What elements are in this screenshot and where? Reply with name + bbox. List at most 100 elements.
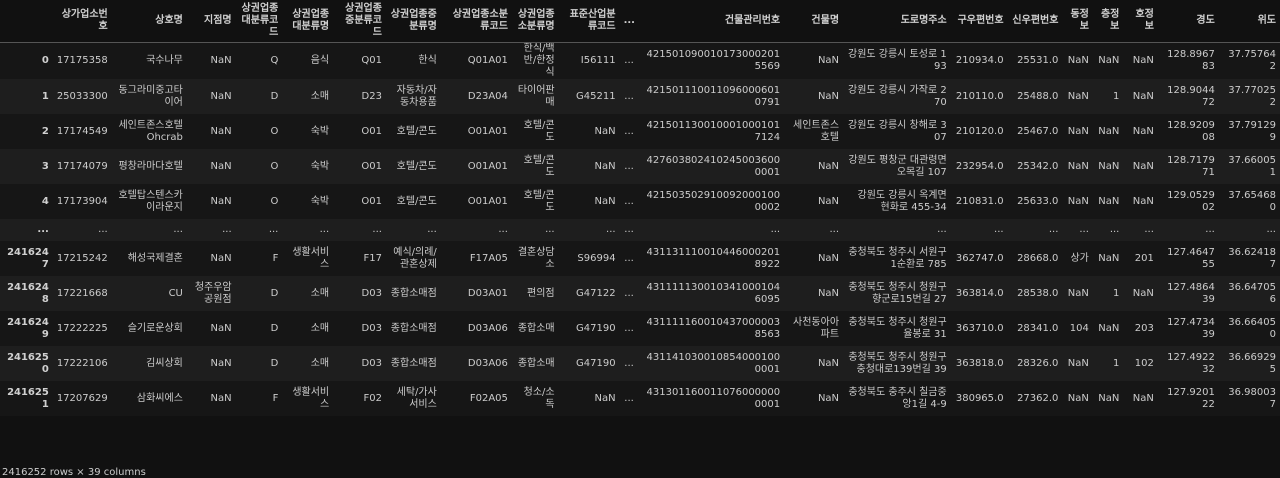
table-cell: 호텔/콘도	[523, 189, 555, 213]
dataframe-output: 상가업소번호 상호명 지점명 상권업종대분류코드 상권업종대분류명 상권업종중분류코드 상권…	[0, 0, 1280, 478]
row-index: 2	[41, 125, 49, 137]
table-cell: D23	[361, 90, 382, 102]
table-cell: 소매	[310, 322, 330, 334]
table-cell: 자동차/자동차용품	[396, 84, 437, 108]
table-cell: NaN	[817, 252, 840, 264]
table-cell: NaN	[817, 357, 840, 369]
column-header: 건물명	[784, 0, 844, 43]
table-cell: 1	[1112, 90, 1120, 102]
table-cell: 17175358	[56, 55, 108, 66]
table-cell: NaN	[210, 90, 232, 102]
row-index: 2416248	[7, 281, 49, 305]
column-header: 구우편번호	[950, 0, 1008, 43]
table-cell: O01	[361, 125, 382, 137]
table-cell: 호텔/콘도	[396, 160, 437, 172]
table-cell: ...	[427, 224, 437, 235]
row-index: 4	[41, 195, 49, 207]
table-cell: 4311111300103410001046095	[646, 281, 781, 305]
table-cell: NaN	[1132, 55, 1154, 66]
table-cell: 예식/의례/관혼상제	[393, 246, 437, 270]
column-header: 도로명주소	[843, 0, 951, 43]
table-cell: 28326.0	[1017, 357, 1059, 369]
table-cell: ...	[545, 224, 555, 235]
column-header: 지점명	[186, 0, 236, 43]
table-cell: 청주우암공원점	[194, 281, 232, 305]
table-cell: 사천동아아파트	[793, 316, 840, 340]
table-cell: NaN	[1098, 322, 1120, 334]
table-cell: ...	[770, 224, 781, 235]
table-cell: NaN	[1132, 160, 1154, 172]
table-cell: NaN	[1098, 55, 1120, 66]
table-cell: 충청북도 청주시 청원구 충청대로139번길 39	[848, 351, 947, 375]
table-cell: 36.980037	[1228, 386, 1276, 410]
table-cell: 36.624187	[1228, 246, 1276, 270]
table-cell: NaN	[1067, 160, 1089, 172]
table-cell: 127.920122	[1167, 386, 1215, 410]
row-index: 3	[41, 160, 49, 172]
table-cell: 37.791299	[1228, 119, 1276, 143]
table-header: 상가업소번호 상호명 지점명 상권업종대분류코드 상권업종대분류명 상권업종중분류코드 상권…	[0, 0, 1280, 43]
table-cell: 4215011300100010001017124	[646, 119, 781, 143]
table-cell: 127.464755	[1167, 246, 1215, 270]
row-index: 2416249	[7, 316, 49, 340]
table-cell: 28668.0	[1017, 252, 1059, 264]
table-cell: 36.647056	[1228, 281, 1276, 305]
table-cell: ...	[498, 224, 508, 235]
table-cell: 210831.0	[955, 195, 1004, 207]
table-cell: S96994	[577, 252, 616, 264]
table-cell: 37.654680	[1228, 189, 1276, 213]
table-cell: 세탁/가사서비스	[396, 386, 437, 410]
column-header: 위도	[1218, 0, 1280, 43]
table-cell: 4215010900101730002015569	[646, 49, 781, 72]
table-cell: 김씨상회	[146, 357, 183, 369]
table-cell: 17222225	[56, 322, 108, 334]
table-cell: O01A01	[467, 125, 508, 137]
table-cell: NaN	[594, 195, 616, 207]
table-cell: 강원도 강릉시 토성로 193	[848, 49, 947, 72]
table-cell: 25531.0	[1017, 55, 1059, 66]
table-cell: 4313011600110760000000001	[646, 386, 781, 410]
table-cell: 슬기로운상회	[127, 322, 183, 334]
table-cell: ...	[624, 287, 634, 299]
table-cell: 숙박	[310, 160, 330, 172]
table-cell: 210120.0	[955, 125, 1004, 137]
table-cell: 삼화씨에스	[136, 392, 183, 404]
table-cell: 37.757642	[1228, 49, 1276, 72]
table-cell: NaN	[1098, 125, 1120, 137]
table-cell: 소매	[310, 90, 330, 102]
table-cell: F02	[363, 392, 382, 404]
table-cell: O	[270, 125, 279, 137]
table-cell: 편의점	[527, 287, 555, 299]
table-cell: 128.896783	[1167, 49, 1215, 72]
table-row: 2416251 17207629 삼화씨에스 NaN F 생활서비스 F02 세탁/가사서비스…	[0, 381, 1280, 416]
table-cell: 종합소매	[517, 357, 555, 369]
table-cell: NaN	[1098, 160, 1120, 172]
column-header: 상권업종소분류코드	[440, 0, 512, 43]
table-cell: 생활서비스	[292, 386, 330, 410]
table-cell: 17222106	[56, 357, 108, 369]
table-cell: 4311111600104370000038563	[646, 316, 781, 340]
table-cell: ...	[937, 224, 947, 235]
table-cell: 25633.0	[1017, 195, 1059, 207]
row-index: 0	[41, 55, 49, 66]
row-index: 2416250	[7, 351, 49, 375]
table-cell: 종합소매점	[390, 287, 437, 299]
table-cell: ...	[624, 322, 634, 334]
table-cell: NaN	[817, 287, 840, 299]
table-cell: G47190	[576, 322, 616, 334]
table-row: 2416248 17221668 CU 청주우암공원점 D 소매 D03 종합소매점 D03A0…	[0, 276, 1280, 311]
table-cell: 충청북도 청주시 서원구 1순환로 785	[848, 246, 947, 270]
table-cell: 4311311100104460002018922	[646, 246, 781, 270]
table-cell: 청소/소독	[523, 386, 555, 410]
table-cell: 210110.0	[955, 90, 1004, 102]
column-header: ...	[619, 0, 638, 43]
table-cell: 28341.0	[1017, 322, 1059, 334]
table-cell: ...	[624, 125, 634, 137]
table-row: 2416249 17222225 슬기로운상회 NaN D 소매 D03 종합소매점 D03A0…	[0, 311, 1280, 346]
table-cell: O01	[361, 160, 382, 172]
table-cell: 36.669295	[1228, 351, 1276, 375]
table-row: 2 17174549 세인트존스호텔Ohcrab NaN O 숙박 O01 호텔/콘도 O01A…	[0, 114, 1280, 149]
table-cell: 음식	[310, 55, 330, 66]
table-cell: F	[272, 392, 279, 404]
table-cell: 한식	[418, 55, 437, 66]
